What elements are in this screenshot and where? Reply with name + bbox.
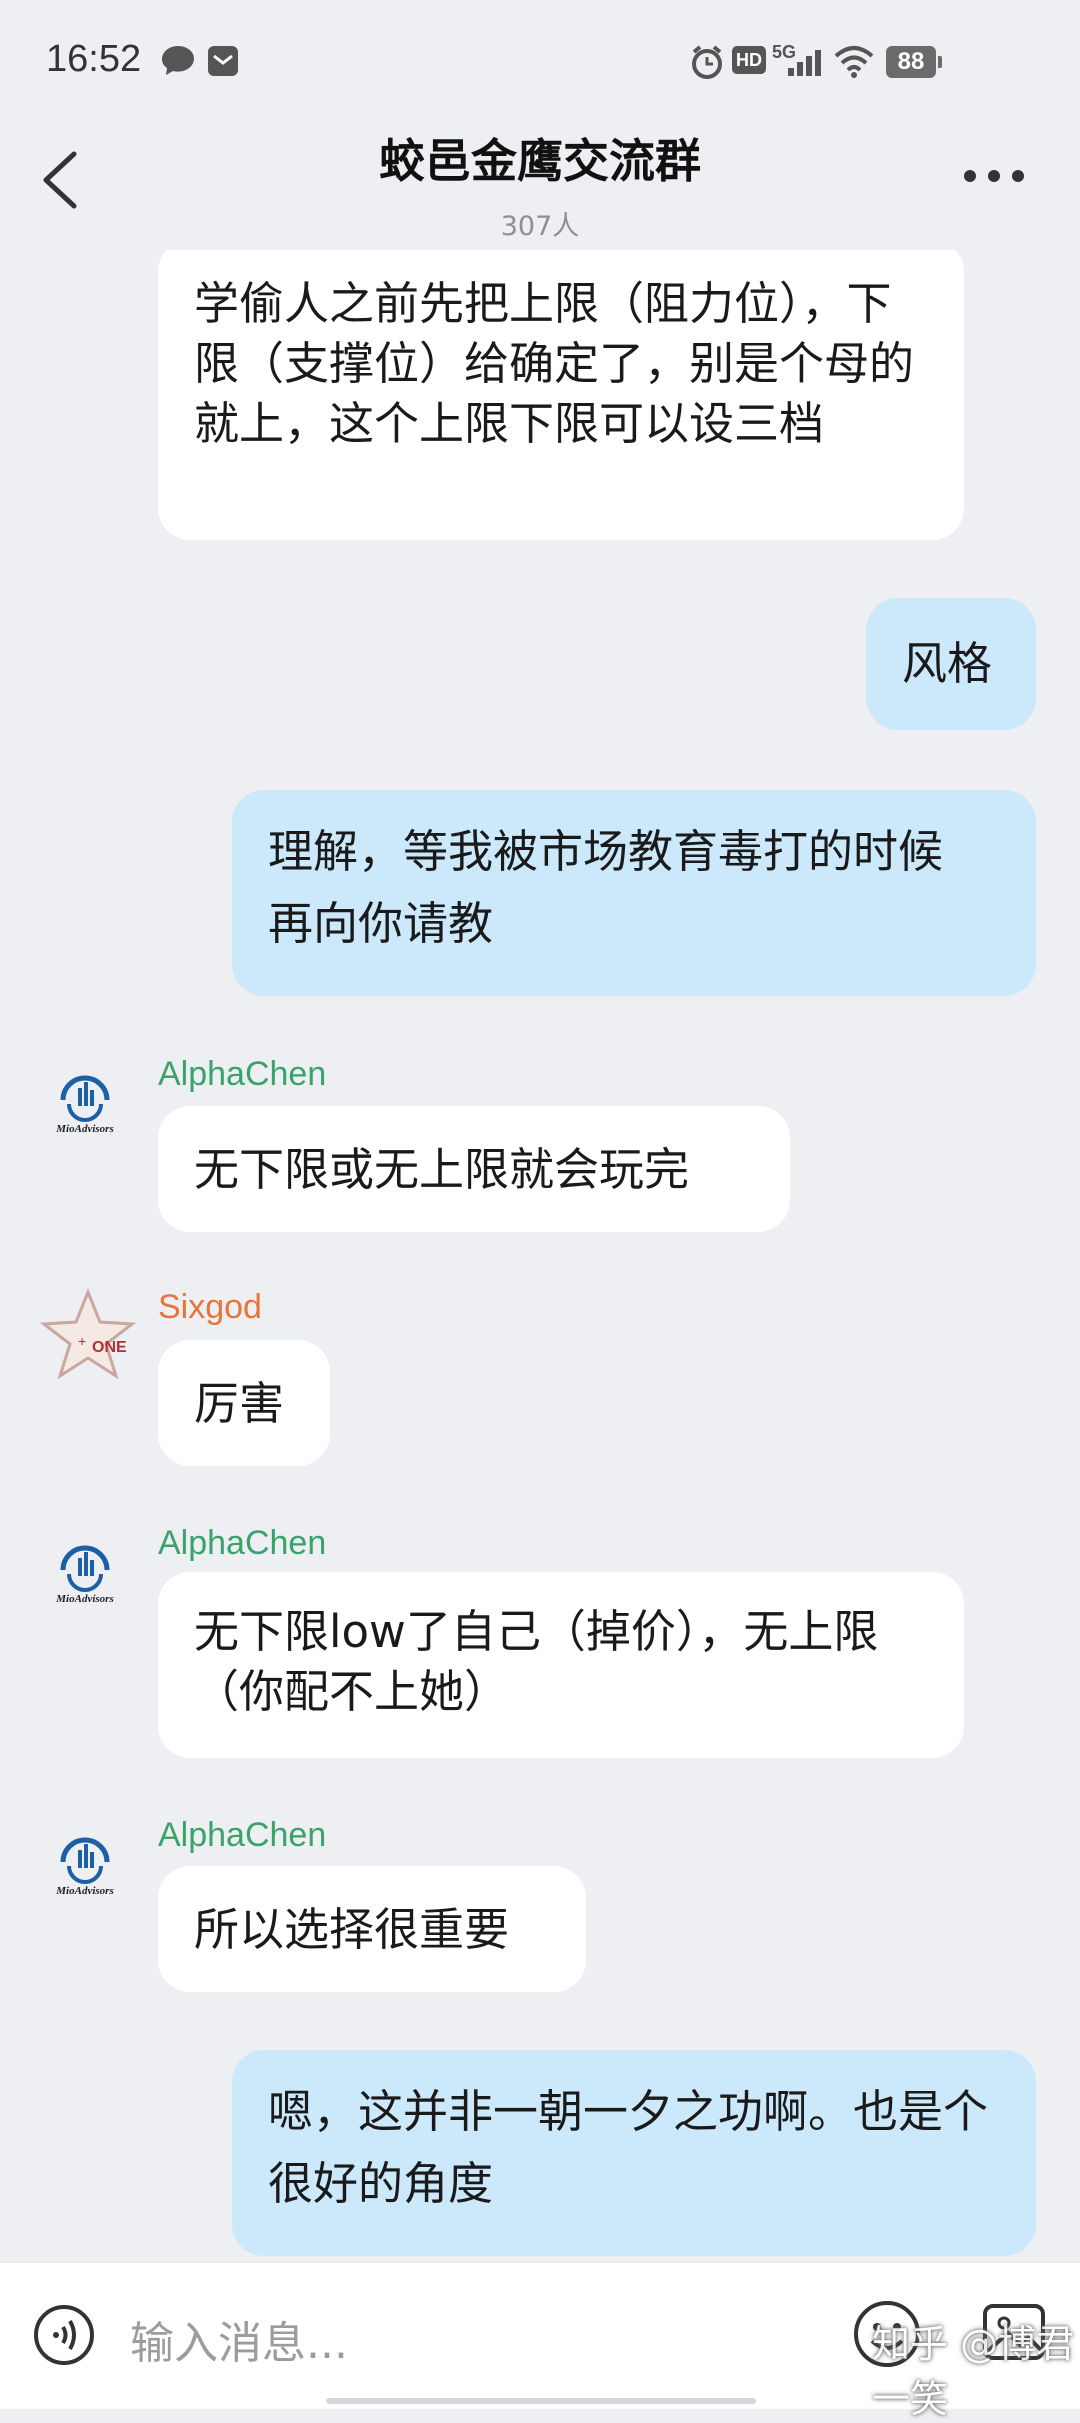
alarm-icon [692,45,722,79]
message-text: 厉害 [194,1377,285,1430]
sender-name: Sixgod [158,1288,262,1326]
avatar-label-fragment: MioAdvisors [48,250,111,253]
avatar[interactable]: MioAdvisors [45,1530,125,1610]
sender-name: AlphaChen [158,1055,327,1093]
message-bubble[interactable]: 无下限或无上限就会玩完 [158,1106,790,1232]
message-bubble-icon [162,46,194,75]
notification-box-icon [208,46,238,76]
message-bubble[interactable]: 理解，等我被市场教育毒打的时候 再向你请教 [232,790,1036,996]
message-text: 风格 [902,637,993,690]
message-input[interactable]: 输入消息... [130,2307,348,2371]
status-bar: 16:52 HD 5G 88 [0,0,1080,125]
status-time: 16:52 [46,38,142,80]
avatar[interactable]: MioAdvisors [45,1822,125,1902]
message-text: 嗯，这并非一朝一夕之功啊。也是个很好的角度 [268,2085,989,2210]
avatar-label: MioAdvisors [55,1885,113,1897]
message-bubble[interactable]: 无下限low了自己（掉价），无上限（你配不上她） [158,1572,964,1758]
message-bubble[interactable]: 所以选择很重要 [158,1866,586,1992]
message-bubble[interactable]: 风格 [866,598,1036,730]
message-text: 理解，等我被市场教育毒打的时候 再向你请教 [268,825,944,950]
message-text: 无下限low了自己（掉价），无上限（你配不上她） [194,1605,879,1718]
message-text: 所以选择很重要 [194,1903,510,1956]
sender-name: AlphaChen [158,1524,327,1562]
group-title: 蛟邑金鹰交流群 [379,134,701,188]
battery-indicator: 88 [886,46,942,78]
message-bubble[interactable]: 学偷人之前先把上限（阻力位），下限（支撑位）给确定了，别是个母的就上，这个上限下… [158,250,964,540]
avatar-label: MioAdvisors [55,1123,113,1135]
message-text: 学偷人之前先把上限（阻力位），下限（支撑位）给确定了，别是个母的就上，这个上限下… [194,277,915,450]
message-bubble[interactable]: 厉害 [158,1340,330,1466]
member-count: 307人 [500,211,580,242]
watermark-text: 知乎 @博君一笑 [872,2322,1075,2421]
svg-text:+: + [78,1333,86,1349]
more-menu-icon[interactable] [964,170,1024,182]
wifi-icon [834,46,874,78]
avatar[interactable]: MioAdvisors [45,1060,125,1140]
message-bubble[interactable]: 嗯，这并非一朝一夕之功啊。也是个很好的角度 [232,2050,1036,2256]
signal-icon [788,50,821,76]
input-bar: 输入消息... 知乎 @博君一笑 [0,2262,1080,2421]
home-indicator[interactable] [326,2398,756,2404]
avatar-label: MioAdvisors [55,1593,113,1605]
avatar-label: ONE [92,1339,127,1356]
message-text: 无下限或无上限就会玩完 [194,1143,690,1196]
sender-name: AlphaChen [158,1816,327,1854]
chat-message-list[interactable]: MioAdvisors 学偷人之前先把上限（阻力位），下限（支撑位）给确定了，别… [0,250,1080,2260]
hd-badge: HD [732,46,766,74]
avatar[interactable]: ONE + [40,1286,136,1382]
voice-input-icon[interactable] [32,2303,96,2367]
